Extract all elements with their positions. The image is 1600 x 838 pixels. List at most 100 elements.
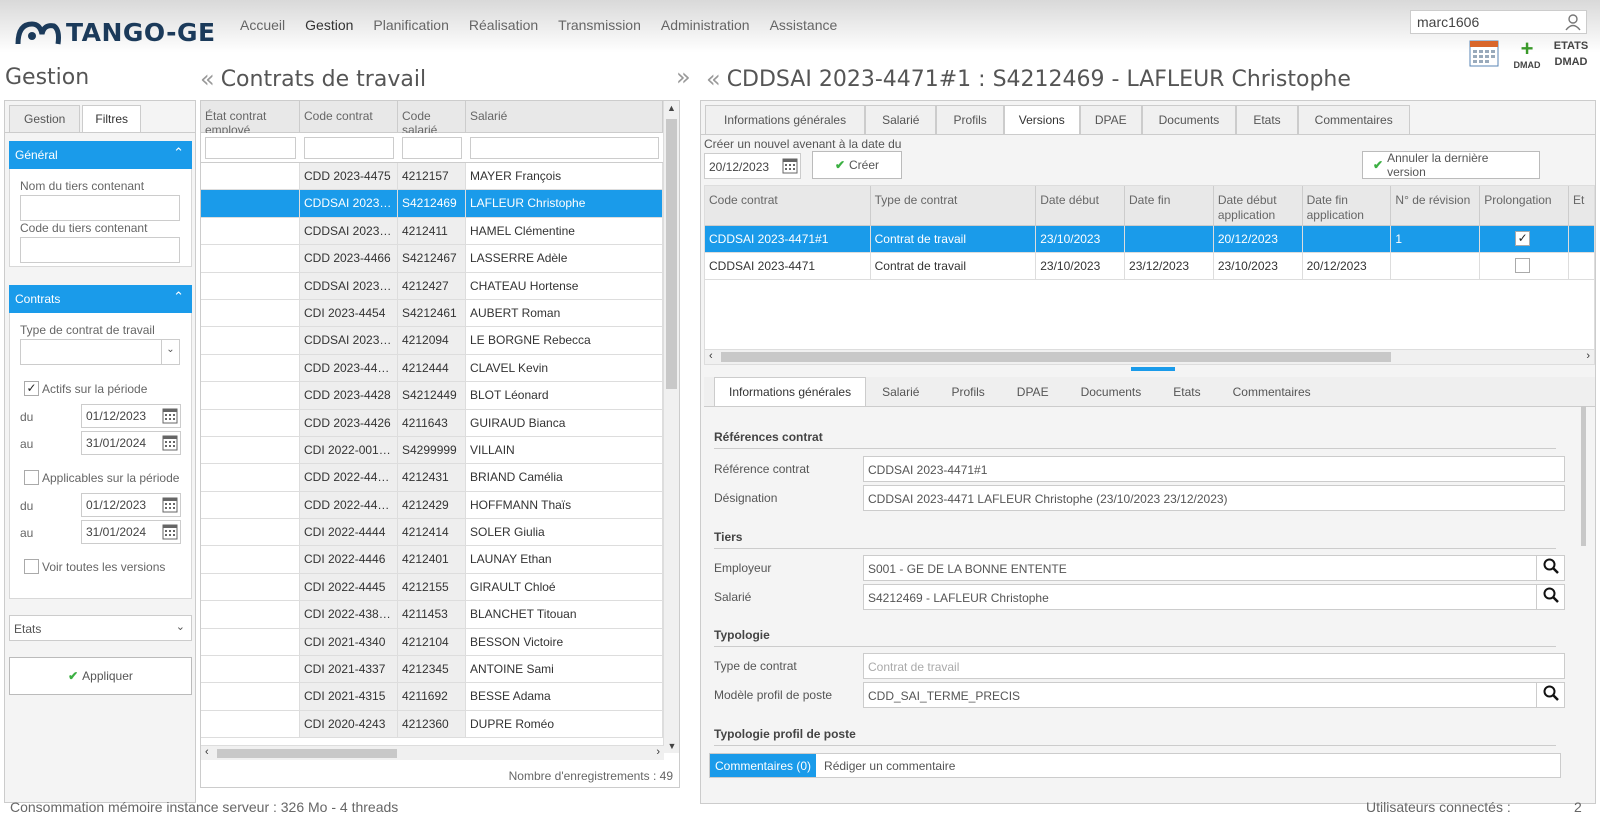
employeur-field[interactable]: S001 - GE DE LA BONNE ENTENTE xyxy=(863,555,1565,581)
table-row[interactable]: CDI 2021-4315 4211692 BESSE Adama xyxy=(201,683,664,711)
scroll-left-icon[interactable]: ‹ xyxy=(205,746,209,758)
scroll-left-icon[interactable]: ‹ xyxy=(709,350,713,362)
col-etat[interactable]: État contrat employé xyxy=(201,101,300,133)
contrats-section-header[interactable]: Contrats ⌃ xyxy=(9,285,192,313)
scroll-up-icon[interactable]: ▲ xyxy=(664,101,679,113)
search-icon[interactable] xyxy=(1536,683,1564,707)
subtab-salarie[interactable]: Salarié xyxy=(866,377,935,406)
type-contrat-select[interactable]: ⌄ xyxy=(20,339,180,365)
tab-filtres[interactable]: Filtres xyxy=(82,105,142,132)
dmad-button[interactable]: + DMAD xyxy=(1510,38,1544,71)
nav-planification[interactable]: Planification xyxy=(373,17,449,33)
version-row[interactable]: CDDSAI 2023-4471 Contrat de travail 23/1… xyxy=(705,253,1594,280)
tab-gestion[interactable]: Gestion xyxy=(9,105,81,132)
appl-au-date[interactable]: 31/01/2024 xyxy=(81,520,181,544)
subtab-dpae[interactable]: DPAE xyxy=(1001,377,1065,406)
etats-select[interactable]: Etats ⌄ xyxy=(9,615,192,641)
grid-hscrollbar[interactable]: ‹ › xyxy=(201,745,664,760)
vcol-date-fin-app[interactable]: Date fin application xyxy=(1303,186,1392,225)
table-row[interactable]: CDD 2023-4426 4211643 GUIRAUD Bianca xyxy=(201,409,664,437)
table-row[interactable]: CDDSAI 2023-4... 4212411 HAMEL Clémentine xyxy=(201,217,664,246)
table-row[interactable]: CDDSAI 2023-4... 4212427 CHATEAU Hortense xyxy=(201,272,664,300)
table-row[interactable]: CDI 2022-4389#2 4211453 BLANCHET Titouan xyxy=(201,601,664,629)
tab-documents[interactable]: Documents xyxy=(1141,105,1237,134)
table-row[interactable]: CDI 2022-4446 4212401 LAUNAY Ethan xyxy=(201,546,664,574)
form-vscrollbar[interactable] xyxy=(1581,406,1586,546)
vcol-prolongation[interactable]: Prolongation xyxy=(1480,186,1569,225)
table-row[interactable]: CDD 2023-4466 S4212467 LASSERRE Adèle xyxy=(201,245,664,273)
vcol-date-debut[interactable]: Date début xyxy=(1036,186,1126,225)
tab-commentaires[interactable]: Commentaires xyxy=(1297,105,1410,134)
tab-versions[interactable]: Versions xyxy=(1003,105,1080,134)
actifs-au-date[interactable]: 31/01/2024 xyxy=(81,431,181,455)
splitter-handle[interactable] xyxy=(1131,367,1175,371)
filter-etat-input[interactable] xyxy=(205,137,296,159)
vcol-etat[interactable]: Et xyxy=(1569,186,1594,225)
subtab-etats[interactable]: Etats xyxy=(1157,377,1216,406)
table-row[interactable]: CDI 2023-4454 S4212461 AUBERT Roman xyxy=(201,299,664,328)
table-row[interactable]: CDI 2022-001TE... S4299999 VILLAIN xyxy=(201,436,664,465)
table-row[interactable]: CDDSAI 2023-4... 4212094 LE BORGNE Rebecca xyxy=(201,327,664,355)
collapse-middle-icon[interactable]: « xyxy=(706,65,721,93)
collapse-left-icon[interactable]: « xyxy=(200,65,215,93)
grid-vscrollbar[interactable]: ▲ ▼ xyxy=(663,101,679,753)
table-row[interactable]: CDD 2023-4428 S4212449 BLOT Léonard xyxy=(201,382,664,410)
subtab-commentaires[interactable]: Commentaires xyxy=(1217,377,1327,406)
user-menu[interactable]: marc1606 xyxy=(1410,10,1587,34)
comments-button[interactable]: Commentaires (0) xyxy=(710,754,817,777)
subtab-informations-generales[interactable]: Informations générales xyxy=(714,377,867,406)
vcol-revision[interactable]: N° de révision xyxy=(1391,186,1481,225)
vcol-type[interactable]: Type de contrat xyxy=(871,186,1037,225)
col-code-contrat[interactable]: Code contrat xyxy=(300,101,398,132)
nav-administration[interactable]: Administration xyxy=(661,17,750,33)
nav-transmission[interactable]: Transmission xyxy=(558,17,641,33)
filter-code-contrat-input[interactable] xyxy=(304,137,394,159)
general-section-header[interactable]: Général ⌃ xyxy=(9,141,192,169)
actifs-checkbox[interactable]: ✓ xyxy=(24,381,39,396)
ref-contrat-field[interactable]: CDDSAI 2023-4471#1 xyxy=(863,456,1565,482)
calendar-icon[interactable] xyxy=(162,408,178,424)
nav-accueil[interactable]: Accueil xyxy=(240,17,285,33)
appl-du-date[interactable]: 01/12/2023 xyxy=(81,493,181,517)
tab-salarie[interactable]: Salarié xyxy=(865,105,937,134)
table-row[interactable]: CDI 2021-4340 4212104 BESSON Victoire xyxy=(201,628,664,657)
filter-salarie-input[interactable] xyxy=(470,137,659,159)
table-row[interactable]: CDI 2022-4445 4212155 GIRAULT Chloé xyxy=(201,573,664,602)
etats-dmad-button[interactable]: ETATS DMAD xyxy=(1551,38,1591,70)
scroll-right-icon[interactable]: › xyxy=(1586,350,1590,362)
appliquer-button[interactable]: ✔ Appliquer xyxy=(9,657,192,695)
creer-button[interactable]: ✔ Créer xyxy=(812,151,902,179)
search-icon[interactable] xyxy=(1536,556,1564,580)
nav-gestion[interactable]: Gestion xyxy=(305,17,353,33)
calendar-icon[interactable] xyxy=(782,158,798,174)
calendar-icon[interactable] xyxy=(162,497,178,513)
table-row[interactable]: CDD 2022-4408... 4212431 BRIAND Camélia xyxy=(201,464,664,492)
prolongation-checkbox[interactable]: ✓ xyxy=(1515,231,1531,246)
tab-dpae[interactable]: DPAE xyxy=(1079,105,1142,134)
actifs-du-date[interactable]: 01/12/2023 xyxy=(81,404,181,428)
table-row[interactable]: CDD 2023-4432... 4212444 CLAVEL Kevin xyxy=(201,354,664,383)
table-row[interactable]: CDD 2022-4404... 4212429 HOFFMANN Thaïs xyxy=(201,491,664,520)
annuler-version-button[interactable]: ✔ Annuler la dernière version xyxy=(1362,151,1540,179)
calendar-icon[interactable] xyxy=(162,435,178,451)
col-salarie[interactable]: Salarié xyxy=(466,101,663,132)
avenant-date[interactable]: 20/12/2023 xyxy=(704,153,801,179)
table-row[interactable]: CDI 2021-4337 4212345 ANTOINE Sami xyxy=(201,656,664,684)
calendar-button[interactable] xyxy=(1469,40,1499,67)
applicables-checkbox[interactable] xyxy=(24,470,39,485)
modele-profil-field[interactable]: CDD_SAI_TERME_PRECIS xyxy=(863,682,1565,708)
logo[interactable]: TANGO-GE xyxy=(14,14,216,50)
nav-realisation[interactable]: Réalisation xyxy=(469,17,538,33)
col-code-salarie[interactable]: Code salarié xyxy=(398,101,466,133)
scroll-down-icon[interactable]: ▼ xyxy=(664,741,680,751)
nom-tiers-input[interactable] xyxy=(20,195,180,221)
calendar-icon[interactable] xyxy=(162,524,178,540)
scroll-right-icon[interactable]: › xyxy=(656,746,660,758)
table-row[interactable]: CDDSAI 2023-4... S4212469 LAFLEUR Christop… xyxy=(201,190,664,218)
version-row[interactable]: CDDSAI 2023-4471#1 Contrat de travail 23… xyxy=(705,226,1594,253)
versions-hscrollbar[interactable]: ‹ › xyxy=(705,349,1594,364)
vcol-code[interactable]: Code contrat xyxy=(705,186,871,225)
code-tiers-input[interactable] xyxy=(20,237,180,263)
filter-code-salarie-input[interactable] xyxy=(402,137,462,159)
tab-profils[interactable]: Profils xyxy=(936,105,1004,134)
